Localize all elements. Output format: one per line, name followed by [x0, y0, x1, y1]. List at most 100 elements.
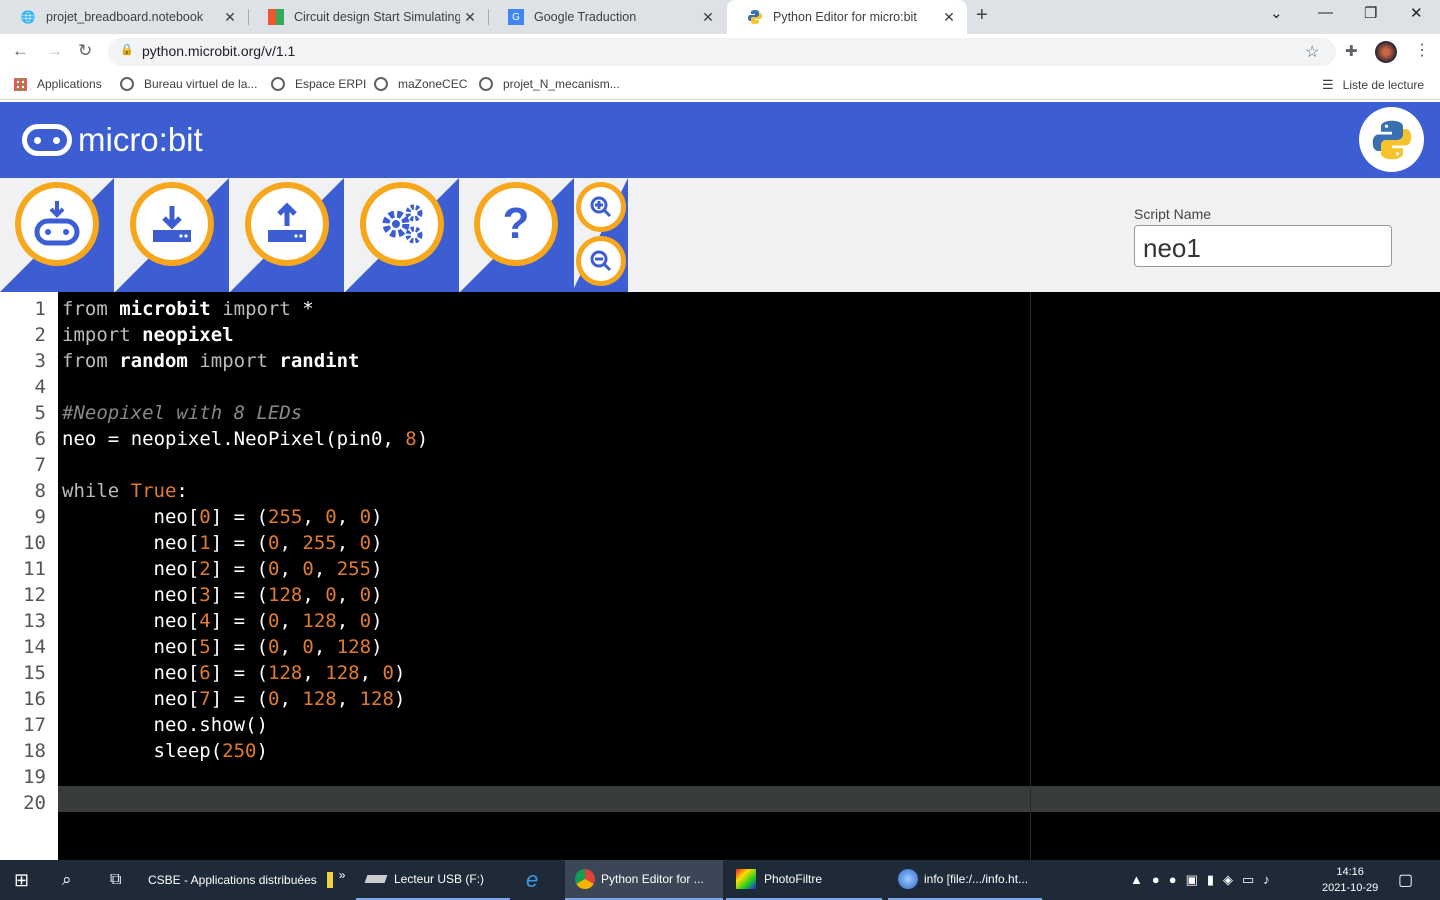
- load-button[interactable]: [245, 182, 329, 266]
- code-line[interactable]: neo[3] = (128, 0, 0): [62, 582, 383, 608]
- line-number: 9: [34, 506, 46, 528]
- code-line[interactable]: import neopixel: [62, 322, 234, 348]
- tinkercad-icon: [268, 9, 284, 25]
- download-button[interactable]: [15, 182, 99, 266]
- globe-icon: [271, 77, 285, 91]
- clock-date: 2021-10-29: [1322, 882, 1379, 894]
- line-number: 3: [34, 350, 46, 372]
- chrome-icon: [575, 869, 595, 889]
- reload-icon[interactable]: ↻: [78, 41, 92, 61]
- load-label: Load: [273, 272, 301, 286]
- code-line[interactable]: from random import randint: [62, 348, 359, 374]
- zoom-out-icon: [590, 250, 612, 272]
- upload-icon: [268, 202, 306, 242]
- python-icon: [747, 9, 763, 25]
- usb-drive-icon: [364, 875, 388, 883]
- bookmark-label: Espace ERPI: [295, 77, 367, 91]
- taskbar-item[interactable]: Lecteur USB (F:): [356, 860, 510, 900]
- line-number: 16: [23, 688, 46, 710]
- gears-icon: [382, 204, 423, 244]
- bookmark-item[interactable]: Bureau virtuel de la...: [120, 77, 257, 91]
- browser-tab[interactable]: 🌐 projet_breadboard.notebook ✕: [0, 0, 248, 34]
- tab-search-icon[interactable]: ⌄: [1270, 4, 1283, 22]
- code-editor[interactable]: 1 2 3 4 5 6 7 8 9 10 11 12 13 14 15 16 17 18 19 20 from mic…: [0, 292, 1440, 860]
- code-line[interactable]: neo.show(): [62, 712, 268, 738]
- code-line[interactable]: neo[4] = (0, 128, 0): [62, 608, 383, 634]
- line-number: 7: [34, 454, 46, 476]
- line-number: 14: [23, 636, 46, 658]
- bookmark-item[interactable]: projet_N_mecanism...: [479, 77, 620, 91]
- overflow-chevron-icon: »: [338, 868, 346, 882]
- photofiltre-icon: [736, 869, 756, 889]
- toolbar: Download Save Load Snippets ? Help Scrip…: [0, 178, 1440, 292]
- globe-icon: 🌐: [20, 10, 36, 24]
- app-header: micro:bit: [0, 102, 1440, 178]
- avatar[interactable]: [1375, 41, 1397, 63]
- code-line[interactable]: while True:: [62, 478, 188, 504]
- close-icon[interactable]: ✕: [220, 9, 240, 26]
- minimize-icon[interactable]: —: [1318, 4, 1333, 21]
- new-tab-icon[interactable]: +: [976, 4, 988, 27]
- line-number: 6: [34, 428, 46, 450]
- search-icon[interactable]: ⌕: [62, 860, 72, 900]
- internet-explorer-icon[interactable]: e: [526, 860, 538, 900]
- back-icon[interactable]: ←: [12, 41, 29, 61]
- close-icon[interactable]: ✕: [460, 9, 480, 26]
- help-label: Help: [503, 272, 529, 286]
- bookmark-apps[interactable]: Applications: [14, 77, 102, 91]
- url-field[interactable]: 🔒 python.microbit.org/v/1.1: [108, 38, 1336, 66]
- browser-tab[interactable]: G Google Traduction ✕: [488, 0, 726, 34]
- taskbar-label: Python Editor for ...: [601, 872, 704, 886]
- close-window-icon[interactable]: ✕: [1410, 4, 1423, 22]
- code-line[interactable]: neo = neopixel.NeoPixel(pin0, 8): [62, 426, 428, 452]
- browser-tab-active[interactable]: Python Editor for micro:bit ✕: [727, 0, 967, 34]
- menu-kebab-icon[interactable]: ⋮: [1414, 40, 1430, 60]
- code-line[interactable]: neo[1] = (0, 255, 0): [62, 530, 383, 556]
- tab-title: Google Traduction: [534, 10, 637, 24]
- taskbar-label: PhotoFiltre: [764, 872, 823, 886]
- windows-start-icon[interactable]: ⊞: [14, 860, 29, 900]
- save-button[interactable]: [130, 182, 214, 266]
- forward-icon[interactable]: →: [46, 41, 63, 61]
- taskbar-item-active[interactable]: Python Editor for ...: [565, 860, 723, 900]
- code-line[interactable]: neo[5] = (0, 0, 128): [62, 634, 383, 660]
- taskbar-item[interactable]: PhotoFiltre: [726, 860, 882, 900]
- bookmark-item[interactable]: maZoneCEC: [374, 77, 467, 91]
- clock[interactable]: 14:16 2021-10-29: [1322, 860, 1378, 900]
- snippets-button[interactable]: [360, 182, 444, 266]
- windows-taskbar: ⊞ ⌕ ⧉ CSBE - Applications distribuées » …: [0, 860, 1440, 900]
- reading-list[interactable]: ☰ Liste de lecture: [1322, 77, 1424, 93]
- code-line[interactable]: from microbit import *: [62, 296, 314, 322]
- line-number: 2: [34, 324, 46, 346]
- question-icon: ?: [502, 199, 530, 248]
- code-line[interactable]: #Neopixel with 8 LEDs: [62, 400, 302, 426]
- print-margin: [1030, 292, 1031, 860]
- zoom-in-button[interactable]: [576, 182, 626, 232]
- taskbar-toolbar-csbe[interactable]: CSBE - Applications distribuées »: [148, 860, 345, 900]
- bookmark-star-icon[interactable]: ☆: [1305, 42, 1319, 62]
- tab-title: Circuit design Start Simulating | T: [294, 10, 460, 24]
- zoom-out-button[interactable]: [576, 236, 626, 286]
- bookmark-item[interactable]: Espace ERPI: [271, 77, 366, 91]
- close-icon[interactable]: ✕: [698, 9, 718, 26]
- system-tray-icons[interactable]: ▲●●▣▮◈▭♪: [1130, 860, 1279, 900]
- script-name-input[interactable]: [1134, 225, 1392, 267]
- taskbar-item[interactable]: info [file:/.../info.ht...: [888, 860, 1042, 900]
- code-line[interactable]: neo[6] = (128, 128, 0): [62, 660, 406, 686]
- python-logo-icon: [1359, 107, 1424, 172]
- clock-time: 14:16: [1336, 866, 1364, 878]
- download-label: Download: [30, 272, 84, 286]
- code-line[interactable]: neo[0] = (255, 0, 0): [62, 504, 383, 530]
- browser-tab[interactable]: Circuit design Start Simulating | T ✕: [248, 0, 488, 34]
- zoom-in-icon: [590, 196, 612, 218]
- line-number: 10: [23, 532, 46, 554]
- code-line[interactable]: neo[7] = (0, 128, 128): [62, 686, 406, 712]
- help-button[interactable]: ?: [474, 182, 558, 266]
- close-icon[interactable]: ✕: [939, 9, 959, 26]
- code-line[interactable]: sleep(250): [62, 738, 268, 764]
- extensions-icon[interactable]: ✚: [1345, 42, 1358, 60]
- notifications-icon[interactable]: ▢: [1398, 860, 1413, 900]
- code-line[interactable]: neo[2] = (0, 0, 255): [62, 556, 383, 582]
- task-view-icon[interactable]: ⧉: [110, 860, 121, 900]
- restore-icon[interactable]: ❐: [1364, 4, 1377, 22]
